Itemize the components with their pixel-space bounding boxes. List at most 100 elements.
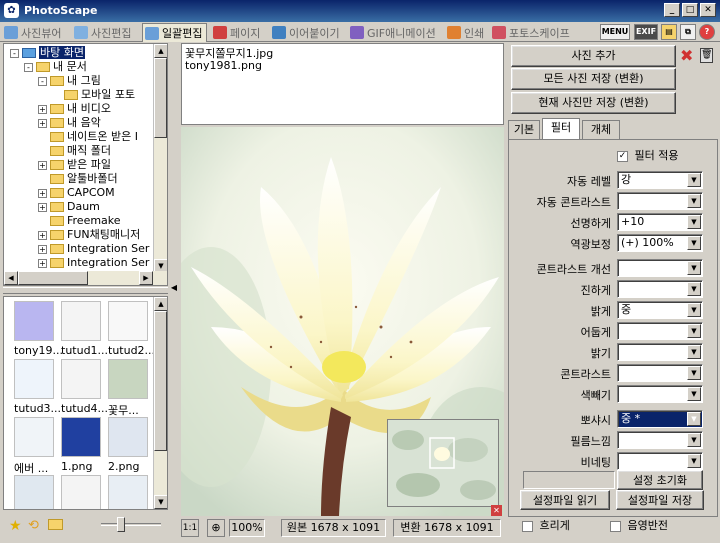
scroll-left-arrow-icon[interactable]: ◀	[4, 271, 18, 285]
add-photo-button[interactable]: 사진 추가	[511, 45, 676, 67]
chevron-down-icon[interactable]: ▼	[687, 412, 701, 426]
tree-item[interactable]: 매직 폴더	[38, 144, 111, 158]
apply-filter-checkbox[interactable]: ✓	[617, 150, 628, 162]
tab-basic[interactable]: 기본	[508, 120, 540, 139]
negative-toggle[interactable]: 음영반전	[610, 517, 668, 533]
thumbnail-image[interactable]	[108, 475, 148, 509]
tree-scroll-thumb[interactable]	[154, 58, 167, 138]
tab-gif[interactable]: GIF애니메이션	[348, 23, 440, 42]
expand-icon[interactable]: +	[38, 160, 47, 170]
thumbnail-image[interactable]	[14, 475, 54, 509]
menu-button[interactable]: MENU	[600, 24, 630, 40]
tree-item[interactable]: - 내 그림	[38, 74, 101, 88]
star-icon[interactable]: ★	[9, 518, 22, 534]
chevron-down-icon[interactable]: ▼	[687, 366, 701, 380]
tree-item[interactable]: + Daum	[38, 200, 100, 214]
thumbnail-image[interactable]	[61, 301, 101, 341]
thumbnail-image[interactable]	[108, 359, 148, 399]
chevron-down-icon[interactable]: ▼	[687, 303, 701, 317]
chevron-down-icon[interactable]: ▼	[687, 215, 701, 229]
tab-print[interactable]: 인쇄	[445, 23, 488, 42]
tab-combine[interactable]: 이어붙이기	[270, 23, 344, 42]
zoom-icon[interactable]: ⊕	[207, 519, 225, 537]
trash-icon[interactable]: 🗑	[700, 48, 713, 63]
tree-vscrollbar[interactable]: ▲ ▼	[153, 44, 167, 273]
collapse-icon[interactable]: -	[38, 76, 47, 86]
tab-editor[interactable]: 사진편집	[72, 23, 135, 42]
negative-checkbox[interactable]	[610, 520, 621, 532]
filter-select[interactable]: ▼	[617, 192, 703, 210]
chevron-down-icon[interactable]: ▼	[687, 282, 701, 296]
filter-select[interactable]: (+) 100% ▼	[617, 234, 703, 252]
expand-icon[interactable]: +	[38, 104, 47, 114]
chevron-down-icon[interactable]: ▼	[687, 433, 701, 447]
filter-select[interactable]: ▼	[617, 259, 703, 277]
filter-select[interactable]: ▼	[617, 280, 703, 298]
tab-viewer[interactable]: 사진뷰어	[2, 23, 65, 42]
chevron-down-icon[interactable]: ▼	[687, 324, 701, 338]
tree-hscroll-thumb[interactable]	[18, 271, 88, 285]
chevron-down-icon[interactable]: ▼	[687, 345, 701, 359]
tree-item[interactable]: 네이트온 받은 Ι	[38, 130, 138, 144]
filter-select[interactable]: ▼	[617, 385, 703, 403]
chevron-down-icon[interactable]: ▼	[687, 236, 701, 250]
chevron-down-icon[interactable]: ▼	[687, 387, 701, 401]
copy-icon[interactable]: ⧉	[680, 24, 696, 40]
tree-item[interactable]: + 내 비디오	[38, 102, 111, 116]
help-icon[interactable]: ?	[699, 24, 715, 40]
scroll-right-arrow-icon[interactable]: ▶	[139, 271, 153, 285]
save-current-button[interactable]: 현재 사진만 저장 (변환)	[511, 92, 676, 114]
filter-select[interactable]: ▼	[617, 343, 703, 361]
tree-item[interactable]: - 내 문서	[24, 60, 87, 74]
expand-icon[interactable]: +	[38, 230, 47, 240]
collapse-icon[interactable]: -	[10, 48, 19, 58]
file-list-item[interactable]: tony1981.png	[185, 59, 262, 72]
filter-select[interactable]: 중 * ▼	[617, 410, 703, 428]
expand-icon[interactable]: +	[38, 202, 47, 212]
tab-object[interactable]: 개체	[582, 120, 620, 139]
thumbnail-image[interactable]	[61, 417, 101, 457]
tree-item[interactable]: Freemake	[38, 214, 121, 228]
thumbnail-image[interactable]	[108, 301, 148, 341]
filter-select[interactable]: 중 ▼	[617, 301, 703, 319]
thumb-size-slider-handle[interactable]	[117, 517, 125, 532]
filter-select[interactable]: 강 ▼	[617, 171, 703, 189]
thumbnail-image[interactable]	[108, 417, 148, 457]
expand-icon[interactable]: +	[38, 118, 47, 128]
save-all-button[interactable]: 모든 사진 저장 (변환)	[511, 68, 676, 90]
tree-item[interactable]: 모바일 포토	[52, 88, 135, 102]
actual-size-icon[interactable]: 1:1	[181, 519, 199, 537]
chevron-down-icon[interactable]: ▼	[687, 454, 701, 468]
thumbnail-image[interactable]	[61, 359, 101, 399]
scroll-up-arrow-icon[interactable]: ▲	[154, 297, 167, 311]
thumb-scroll-thumb[interactable]	[154, 311, 167, 451]
chevron-down-icon[interactable]: ▼	[687, 194, 701, 208]
filter-select[interactable]: ▼	[617, 322, 703, 340]
blur-checkbox[interactable]	[522, 520, 533, 532]
thumbnail-image[interactable]	[14, 301, 54, 341]
tree-item[interactable]: - 바탕 화면	[10, 46, 85, 60]
open-folder-icon[interactable]	[48, 519, 63, 530]
tab-page[interactable]: 페이지	[211, 23, 264, 42]
filter-select[interactable]: +10 ▼	[617, 213, 703, 231]
filter-select[interactable]: ▼	[617, 452, 703, 470]
tree-item[interactable]: 알툴바폴더	[38, 172, 118, 186]
close-button[interactable]: ✕	[700, 3, 716, 17]
chevron-down-icon[interactable]: ▼	[687, 173, 701, 187]
filter-select[interactable]: ▼	[617, 431, 703, 449]
thumb-vscrollbar[interactable]: ▲ ▼	[153, 297, 167, 509]
tree-item[interactable]: + CAPCOM	[38, 186, 115, 200]
filter-select[interactable]: ▼	[617, 364, 703, 382]
tab-filter[interactable]: 필터	[542, 118, 580, 140]
delete-icon[interactable]: ✖	[680, 46, 693, 65]
tree-item[interactable]: + Integration Ser	[38, 242, 149, 256]
folder-icon[interactable]: ▤	[661, 24, 677, 40]
close-navigator-icon[interactable]: ✕	[491, 505, 502, 516]
thumbnail-image[interactable]	[61, 475, 101, 509]
maximize-button[interactable]: □	[682, 3, 698, 17]
save-settings-button[interactable]: 설정파일 저장	[616, 490, 704, 510]
pane-splitter[interactable]	[3, 287, 168, 294]
collapse-icon[interactable]: -	[24, 62, 33, 72]
apply-filter-toggle[interactable]: ✓ 필터 적용	[617, 147, 678, 163]
thumb-size-slider[interactable]	[101, 523, 161, 526]
